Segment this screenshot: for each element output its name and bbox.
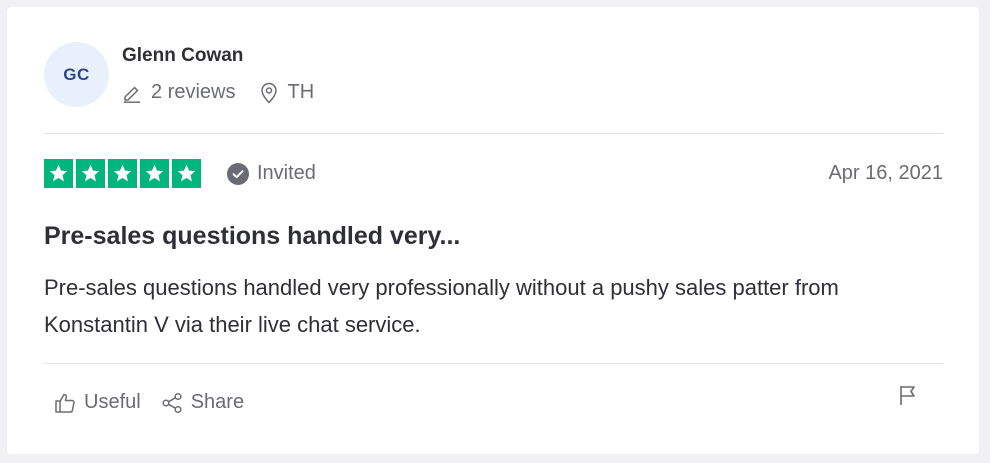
share-button[interactable]: Share <box>161 391 244 414</box>
reviewer-country: TH <box>260 81 314 104</box>
star-icon <box>76 159 105 188</box>
reviewer-info: Glenn Cowan 2 reviews TH <box>122 42 314 104</box>
invited-label: Invited <box>257 162 316 184</box>
star-icon <box>140 159 169 188</box>
review-actions: Useful Share <box>54 391 244 414</box>
thumbs-up-icon <box>55 393 75 413</box>
share-icon <box>162 392 182 413</box>
country-label: TH <box>287 81 315 103</box>
reviewer-header: GC Glenn Cowan 2 reviews TH <box>44 42 314 107</box>
star-icon <box>172 159 201 188</box>
pencil-icon <box>124 85 140 103</box>
share-label: Share <box>190 391 245 413</box>
useful-button[interactable]: Useful <box>54 391 141 414</box>
avatar[interactable]: GC <box>44 42 109 107</box>
review-title[interactable]: Pre-sales questions handled very... <box>44 222 460 251</box>
footer-divider <box>44 363 943 364</box>
reviewer-meta: 2 reviews TH <box>122 81 314 104</box>
check-circle-icon <box>227 162 249 185</box>
reviews-count-label: 2 reviews <box>151 81 236 103</box>
useful-label: Useful <box>84 391 141 413</box>
flag-icon[interactable] <box>898 384 918 406</box>
reviews-count: 2 reviews <box>122 81 235 104</box>
header-divider <box>44 133 943 134</box>
star-icon <box>108 159 137 188</box>
star-icon <box>44 159 73 188</box>
review-body: Pre-sales questions handled very profess… <box>44 275 839 337</box>
review-date: Apr 16, 2021 <box>828 162 943 184</box>
star-rating <box>44 159 201 188</box>
location-pin-icon <box>261 82 278 104</box>
rating-row: Invited Apr 16, 2021 <box>44 159 943 188</box>
invited-badge[interactable]: Invited <box>227 162 316 185</box>
review-card: GC Glenn Cowan 2 reviews TH Invited Apr … <box>7 7 979 454</box>
reviewer-name[interactable]: Glenn Cowan <box>122 45 314 67</box>
